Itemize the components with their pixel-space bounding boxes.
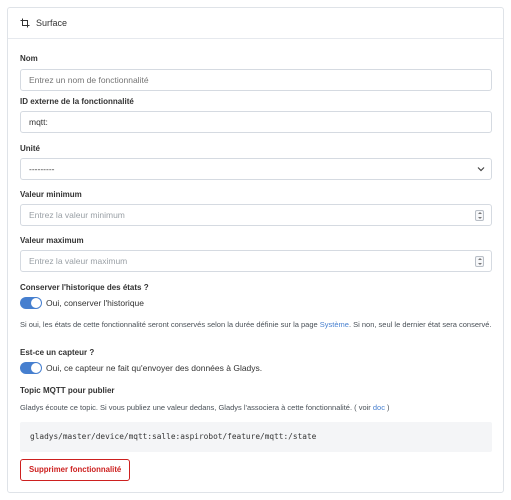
crop-icon: [20, 18, 30, 28]
history-toggle-label: Oui, conserver l'historique: [46, 298, 144, 308]
toggle-knob: [31, 363, 41, 373]
min-label: Valeur minimum: [20, 190, 82, 199]
history-help-text-end: . Si non, seul le dernier état sera cons…: [348, 320, 492, 329]
card-header: Surface: [8, 8, 503, 39]
external-id-label: ID externe de la fonctionnalité: [20, 97, 134, 106]
name-label: Nom: [20, 54, 38, 63]
mqtt-help: Gladys écoute ce topic. Si vous publiez …: [20, 403, 390, 412]
mqtt-label: Topic MQTT pour publier: [20, 386, 115, 395]
number-spinner-icon[interactable]: [475, 256, 484, 267]
sensor-toggle-label: Oui, ce capteur ne fait qu'envoyer des d…: [46, 363, 263, 373]
unit-selected-value: ---------: [29, 164, 55, 174]
number-spinner-icon[interactable]: [475, 210, 484, 221]
mqtt-topic-code: gladys/master/device/mqtt:salle:aspirobo…: [20, 422, 492, 452]
external-id-input[interactable]: mqtt:: [20, 111, 492, 133]
min-placeholder: Entrez la valeur minimum: [29, 210, 125, 220]
history-toggle[interactable]: [20, 297, 42, 309]
max-input[interactable]: Entrez la valeur maximum: [20, 250, 492, 272]
sensor-label: Est-ce un capteur ?: [20, 348, 95, 357]
feature-card: Surface Nom ID externe de la fonctionnal…: [7, 7, 504, 493]
max-placeholder: Entrez la valeur maximum: [29, 256, 128, 266]
history-help-text: Si oui, les états de cette fonctionnalit…: [20, 320, 320, 329]
mqtt-help-text-end: ): [384, 403, 390, 412]
unit-select[interactable]: ---------: [20, 158, 492, 180]
history-label: Conserver l'historique des états ?: [20, 283, 149, 292]
min-input[interactable]: Entrez la valeur minimum: [20, 204, 492, 226]
system-page-link[interactable]: Système: [320, 320, 349, 329]
unit-label: Unité: [20, 144, 40, 153]
max-label: Valeur maximum: [20, 236, 84, 245]
toggle-knob: [31, 298, 41, 308]
doc-link[interactable]: doc: [373, 403, 385, 412]
mqtt-help-text: Gladys écoute ce topic. Si vous publiez …: [20, 403, 373, 412]
name-input[interactable]: [20, 69, 492, 91]
external-id-value: mqtt:: [29, 117, 48, 127]
sensor-toggle[interactable]: [20, 362, 42, 374]
delete-feature-button[interactable]: Supprimer fonctionnalité: [20, 459, 131, 481]
history-help: Si oui, les états de cette fonctionnalit…: [20, 320, 492, 329]
card-title: Surface: [36, 18, 68, 28]
chevron-down-icon: [477, 167, 485, 172]
